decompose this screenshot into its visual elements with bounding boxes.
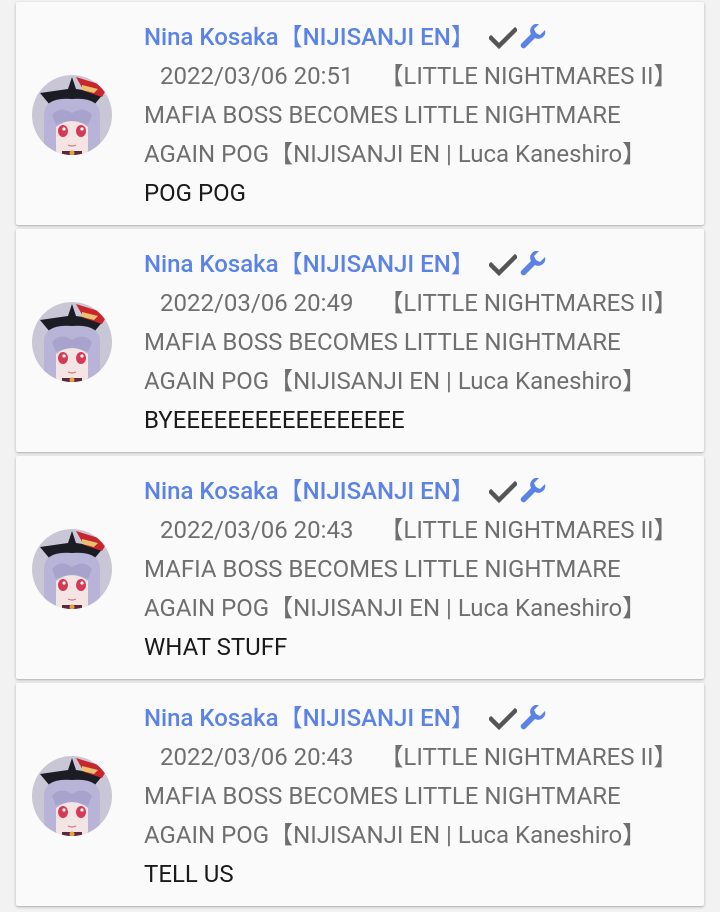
- wrench-icon: [520, 23, 545, 48]
- comment-message: WHAT STUFF: [144, 633, 288, 661]
- comment-body: Nina Kosaka【NIJISANJI EN】 2022/03/06 20:…: [144, 472, 690, 667]
- author-line: Nina Kosaka【NIJISANJI EN】: [144, 699, 690, 738]
- comment-card[interactable]: Nina Kosaka【NIJISANJI EN】 2022/03/06 20:…: [16, 456, 704, 679]
- comment-message: BYEEEEEEEEEEEEEEEEE: [144, 406, 405, 434]
- comment-feed: Nina Kosaka【NIJISANJI EN】 2022/03/06 20:…: [0, 0, 720, 912]
- timestamp: 2022/03/06 20:49: [160, 289, 354, 317]
- avatar[interactable]: [32, 756, 112, 836]
- badges: [488, 477, 547, 506]
- author-name[interactable]: Nina Kosaka【NIJISANJI EN】: [144, 245, 475, 284]
- comment-body: Nina Kosaka【NIJISANJI EN】 2022/03/06 20:…: [144, 245, 690, 440]
- checkmark-icon: [488, 707, 517, 730]
- checkmark-icon: [488, 480, 517, 503]
- comment-body: Nina Kosaka【NIJISANJI EN】 2022/03/06 20:…: [144, 699, 690, 894]
- comment-meta: 2022/03/06 20:43 【LITTLE NIGHTMARES II】MA…: [144, 738, 690, 855]
- comment-card[interactable]: Nina Kosaka【NIJISANJI EN】 2022/03/06 20:…: [16, 2, 704, 225]
- author-name[interactable]: Nina Kosaka【NIJISANJI EN】: [144, 472, 475, 511]
- author-line: Nina Kosaka【NIJISANJI EN】: [144, 18, 690, 57]
- timestamp: 2022/03/06 20:43: [160, 516, 354, 544]
- comment-meta: 2022/03/06 20:43 【LITTLE NIGHTMARES II】MA…: [144, 511, 690, 628]
- timestamp: 2022/03/06 20:51: [160, 62, 354, 90]
- comment-message: POG POG: [144, 179, 246, 207]
- author-line: Nina Kosaka【NIJISANJI EN】: [144, 245, 690, 284]
- avatar[interactable]: [32, 75, 112, 155]
- badges: [488, 23, 547, 52]
- avatar[interactable]: [32, 529, 112, 609]
- author-name[interactable]: Nina Kosaka【NIJISANJI EN】: [144, 699, 475, 738]
- comment-body: Nina Kosaka【NIJISANJI EN】 2022/03/06 20:…: [144, 18, 690, 213]
- author-name[interactable]: Nina Kosaka【NIJISANJI EN】: [144, 18, 475, 57]
- checkmark-icon: [488, 253, 517, 276]
- timestamp: 2022/03/06 20:43: [160, 743, 354, 771]
- comment-meta: 2022/03/06 20:49 【LITTLE NIGHTMARES II】MA…: [144, 284, 690, 401]
- avatar[interactable]: [32, 302, 112, 382]
- author-line: Nina Kosaka【NIJISANJI EN】: [144, 472, 690, 511]
- comment-message: TELL US: [144, 860, 234, 888]
- badges: [488, 250, 547, 279]
- comment-card[interactable]: Nina Kosaka【NIJISANJI EN】 2022/03/06 20:…: [16, 683, 704, 906]
- comment-card[interactable]: Nina Kosaka【NIJISANJI EN】 2022/03/06 20:…: [16, 229, 704, 452]
- wrench-icon: [520, 704, 545, 729]
- wrench-icon: [520, 250, 545, 275]
- checkmark-icon: [488, 26, 517, 49]
- badges: [488, 704, 547, 733]
- wrench-icon: [520, 477, 545, 502]
- comment-meta: 2022/03/06 20:51 【LITTLE NIGHTMARES II】MA…: [144, 57, 690, 174]
